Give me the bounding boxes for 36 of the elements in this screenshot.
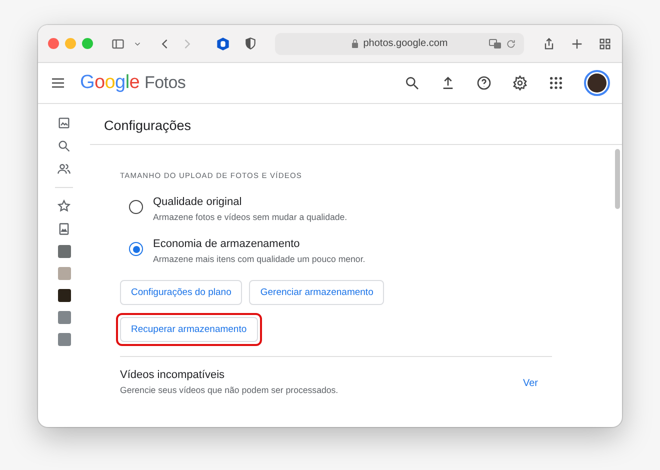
page-title: Configurações — [90, 104, 622, 145]
reload-icon[interactable] — [506, 38, 516, 48]
radio-button[interactable] — [129, 200, 143, 214]
setting-title: Vídeos incompatíveis — [120, 369, 226, 381]
search-icon[interactable] — [57, 139, 71, 153]
outline-button[interactable]: Configurações do plano — [120, 280, 242, 305]
lock-icon — [351, 39, 360, 48]
photo-icon[interactable] — [57, 116, 71, 130]
option-description: Armazene fotos e vídeos sem mudar a qualidade. — [153, 212, 348, 222]
avatar[interactable] — [584, 70, 610, 96]
app-logo[interactable]: Google Fotos — [80, 72, 186, 94]
apps-grid-icon[interactable] — [548, 75, 564, 91]
option-label: Qualidade original — [153, 196, 243, 208]
url-text: photos.google.com — [363, 38, 448, 49]
sidebar-icon[interactable] — [111, 36, 125, 50]
tab-grid-icon[interactable] — [598, 36, 612, 50]
scrollbar-thumb[interactable] — [614, 149, 620, 209]
star-icon[interactable] — [57, 199, 71, 213]
view-link[interactable]: Ver — [522, 378, 538, 389]
outline-button[interactable]: Recuperar armazenamento — [120, 317, 258, 342]
people-icon[interactable] — [57, 162, 71, 176]
option-label: Economia de armazenamento — [153, 238, 301, 250]
radio-button[interactable] — [129, 242, 143, 256]
photo-placeholder[interactable] — [58, 289, 70, 302]
close-button[interactable] — [48, 38, 59, 49]
help-icon[interactable] — [476, 75, 492, 91]
search-icon[interactable] — [404, 75, 420, 91]
setting-description: Gerencie seus vídeos que não podem ser processados. — [120, 385, 338, 395]
address-bar[interactable]: photos.google.com — [275, 32, 524, 54]
settings-icon[interactable] — [512, 75, 528, 91]
plus-icon[interactable] — [570, 36, 584, 50]
album-icon[interactable] — [57, 222, 71, 236]
option-description: Armazene mais itens com qualidade um pouco menor. — [153, 254, 366, 264]
shield-icon[interactable] — [244, 37, 257, 50]
outline-button[interactable]: Gerenciar armazenamento — [249, 280, 384, 305]
share-icon[interactable] — [542, 36, 556, 50]
